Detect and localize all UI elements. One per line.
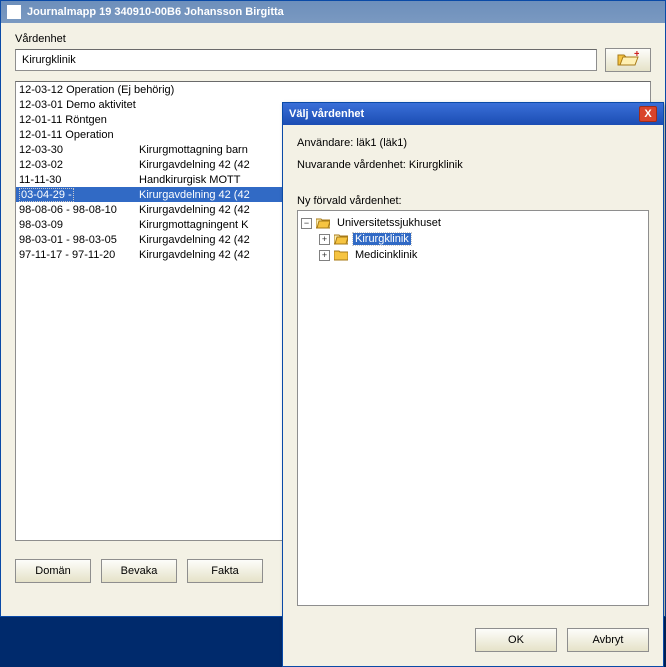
cancel-button[interactable]: Avbryt xyxy=(567,628,649,652)
dialog-titlebar: Välj vårdenhet X xyxy=(283,103,663,125)
unit-tree[interactable]: − Universitetssjukhuset+ Kirurgklinik+ M… xyxy=(297,210,649,606)
list-row[interactable]: 12-03-12 Operation (Ej behörig) xyxy=(16,82,650,97)
list-cell-date: 12-03-02 xyxy=(19,159,139,171)
tree-node-label: Kirurgklinik xyxy=(353,233,411,245)
list-cell-date: 12-03-30 xyxy=(19,144,139,156)
list-cell-date: 98-08-06 - 98-08-10 xyxy=(19,204,139,216)
app-icon xyxy=(7,5,21,19)
bevaka-button[interactable]: Bevaka xyxy=(101,559,177,583)
titlebar: Journalmapp 19 340910-00B6 Johansson Bir… xyxy=(1,1,665,23)
ok-button[interactable]: OK xyxy=(475,628,557,652)
list-cell-date: 03-04-29 - xyxy=(19,189,139,201)
tree-node-label: Medicinklinik xyxy=(353,249,419,261)
unit-row: + xyxy=(15,48,651,72)
user-line: Användare: läk1 (läk1) xyxy=(297,137,649,149)
folder-icon xyxy=(334,233,348,245)
unit-label: Vårdenhet xyxy=(15,33,651,45)
tree-node[interactable]: + Medicinklinik xyxy=(301,247,645,263)
close-icon[interactable]: X xyxy=(639,106,657,122)
current-line: Nuvarande vårdenhet: Kirurgklinik xyxy=(297,159,649,171)
folder-open-icon xyxy=(316,217,330,229)
collapse-icon[interactable]: − xyxy=(301,218,312,229)
list-cell-date: 97-11-17 - 97-11-20 xyxy=(19,249,139,261)
tree-node-root[interactable]: − Universitetssjukhuset xyxy=(301,215,645,231)
fakta-button[interactable]: Fakta xyxy=(187,559,263,583)
folder-icon xyxy=(334,249,348,261)
tree-node[interactable]: + Kirurgklinik xyxy=(301,231,645,247)
dialog-buttons: OK Avbryt xyxy=(283,618,663,666)
new-unit-label: Ny förvald vårdenhet: xyxy=(297,195,649,207)
folder-open-icon: + xyxy=(617,51,639,70)
unit-dialog: Välj vårdenhet X Användare: läk1 (läk1) … xyxy=(282,102,664,667)
svg-text:+: + xyxy=(634,51,639,60)
list-cell-date: 98-03-09 xyxy=(19,219,139,231)
window-title: Journalmapp 19 340910-00B6 Johansson Bir… xyxy=(27,6,284,18)
tree-node-label: Universitetssjukhuset xyxy=(335,217,443,229)
dialog-body: Användare: läk1 (läk1) Nuvarande vårdenh… xyxy=(283,125,663,618)
doman-button[interactable]: Domän xyxy=(15,559,91,583)
expand-icon[interactable]: + xyxy=(319,250,330,261)
list-cell-date: 11-11-30 xyxy=(19,174,139,186)
expand-icon[interactable]: + xyxy=(319,234,330,245)
unit-input[interactable] xyxy=(15,49,597,71)
dialog-title: Välj vårdenhet xyxy=(289,108,364,120)
list-cell: 12-03-12 Operation (Ej behörig) xyxy=(19,84,647,96)
open-unit-button[interactable]: + xyxy=(605,48,651,72)
list-cell-date: 98-03-01 - 98-03-05 xyxy=(19,234,139,246)
